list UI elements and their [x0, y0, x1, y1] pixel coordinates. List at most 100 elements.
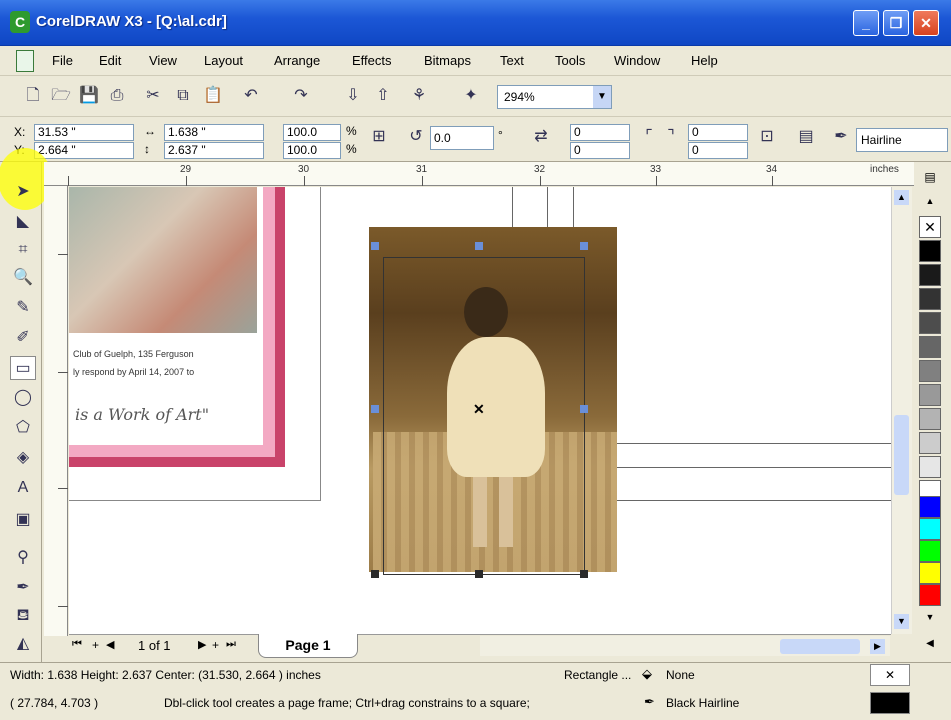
rectangle-tool-icon[interactable]: ▭ [10, 356, 36, 380]
menu-window[interactable]: Window [614, 53, 660, 68]
menu-bitmaps[interactable]: Bitmaps [424, 53, 471, 68]
palette-swatch[interactable] [919, 540, 941, 562]
menu-edit[interactable]: Edit [99, 53, 121, 68]
first-page-icon[interactable]: ⏮ [72, 638, 82, 651]
height-field[interactable]: 2.637 " [164, 142, 264, 159]
palette-down-icon[interactable]: ▼ [919, 612, 941, 626]
resize-handle[interactable] [580, 405, 588, 413]
crop-tool-icon[interactable]: ⌗ [10, 238, 36, 262]
scroll-up-icon[interactable]: ▲ [894, 190, 909, 205]
smart-fill-tool-icon[interactable]: ✐ [10, 326, 36, 350]
outline-swatch-black[interactable] [870, 692, 910, 714]
last-page-icon[interactable]: ⏭ [226, 638, 236, 651]
basic-shapes-tool-icon[interactable]: ◈ [10, 446, 36, 470]
guide-line[interactable] [615, 443, 891, 444]
menu-effects[interactable]: Effects [352, 53, 392, 68]
scale-x-field[interactable]: 100.0 [283, 124, 341, 141]
menu-layout[interactable]: Layout [204, 53, 243, 68]
menu-text[interactable]: Text [500, 53, 524, 68]
palette-swatch[interactable] [919, 456, 941, 478]
corner-radius-field-4[interactable]: 0 [688, 142, 748, 159]
zoom-tool-icon[interactable]: 🔍 [10, 266, 36, 290]
scroll-down-icon[interactable]: ▼ [894, 614, 909, 629]
redo-icon[interactable]: ↷ [290, 85, 312, 107]
horizontal-ruler[interactable]: 29 30 31 32 33 34 inches [44, 162, 914, 186]
add-page-before-icon[interactable]: + [92, 638, 99, 652]
next-page-icon[interactable]: ▶ [198, 638, 206, 651]
no-color-swatch[interactable]: ✕ [919, 216, 941, 238]
scale-y-field[interactable]: 100.0 [283, 142, 341, 159]
undo-icon[interactable]: ↶ [240, 85, 262, 107]
x-position-field[interactable]: 31.53 " [34, 124, 134, 141]
rotation-angle-field[interactable]: 0.0 [430, 126, 494, 150]
text-tool-icon[interactable]: A [10, 476, 36, 500]
prev-page-icon[interactable]: ◀ [106, 638, 114, 651]
palette-swatch[interactable] [919, 264, 941, 286]
lock-ratio-icon[interactable]: ⊞ [368, 126, 390, 148]
minimize-button[interactable]: _ [853, 10, 879, 36]
fill-tool-icon[interactable]: ⛾ [10, 604, 36, 628]
close-button[interactable]: ✕ [913, 10, 939, 36]
document-icon[interactable] [16, 50, 34, 72]
menu-view[interactable]: View [149, 53, 177, 68]
welcome-screen-icon[interactable]: ✦ [460, 85, 482, 107]
resize-handle[interactable] [371, 570, 379, 578]
palette-swatch[interactable] [919, 584, 941, 606]
outline-width-select[interactable]: Hairline [856, 128, 948, 152]
resize-handle[interactable] [580, 570, 588, 578]
palette-menu-icon[interactable]: ▤ [919, 170, 941, 188]
maximize-button[interactable]: ❐ [883, 10, 909, 36]
corner-radius-field-3[interactable]: 0 [688, 124, 748, 141]
print-icon[interactable]: ⎙ [106, 85, 128, 107]
guide-line[interactable] [615, 467, 891, 468]
new-icon[interactable]: 🗋 [22, 85, 44, 107]
zoom-level-select[interactable]: 294% ▼ [497, 85, 612, 109]
y-position-field[interactable]: 2.664 " [34, 142, 134, 159]
polygon-tool-icon[interactable]: ⬠ [10, 416, 36, 440]
eyedropper-tool-icon[interactable]: ⚲ [10, 546, 36, 570]
ellipse-tool-icon[interactable]: ◯ [10, 386, 36, 410]
save-icon[interactable]: 💾 [78, 85, 100, 107]
horizontal-scroll-thumb[interactable] [780, 639, 860, 654]
resize-handle[interactable] [580, 242, 588, 250]
export-icon[interactable]: ⇧ [372, 85, 394, 107]
corner-round-icon[interactable]: ⌜ [638, 126, 660, 148]
add-page-after-icon[interactable]: + [212, 638, 219, 652]
palette-swatch[interactable] [919, 336, 941, 358]
palette-swatch[interactable] [919, 408, 941, 430]
resize-handle[interactable] [371, 405, 379, 413]
outline-pen-icon[interactable]: ✒ [830, 126, 852, 148]
tab-page-1[interactable]: Page 1 [258, 634, 358, 658]
paste-icon[interactable]: 📋 [202, 85, 224, 107]
application-launcher-icon[interactable]: ⚘ [408, 85, 430, 107]
palette-swatch[interactable] [919, 562, 941, 584]
corner-radius-field-2[interactable]: 0 [570, 142, 630, 159]
palette-swatch[interactable] [919, 240, 941, 262]
vertical-scroll-thumb[interactable] [894, 415, 909, 495]
interactive-blend-tool-icon[interactable]: ▣ [10, 508, 36, 532]
scroll-right-icon[interactable]: ▶ [870, 639, 885, 654]
palette-swatch[interactable] [919, 496, 941, 518]
mirror-icon[interactable]: ⇄ [530, 126, 552, 148]
center-marker-icon[interactable]: ✕ [473, 401, 485, 418]
fill-swatch-none[interactable]: ✕ [870, 664, 910, 686]
palette-swatch[interactable] [919, 288, 941, 310]
menu-help[interactable]: Help [691, 53, 718, 68]
menu-file[interactable]: File [52, 53, 73, 68]
width-field[interactable]: 1.638 " [164, 124, 264, 141]
palette-swatch[interactable] [919, 312, 941, 334]
round-corners-together-icon[interactable]: ⊡ [756, 126, 778, 148]
chevron-down-icon[interactable]: ▼ [593, 86, 611, 108]
palette-swatch[interactable] [919, 432, 941, 454]
outline-tool-icon[interactable]: ✒ [10, 576, 36, 600]
interactive-fill-tool-icon[interactable]: ◭ [10, 632, 36, 656]
cut-icon[interactable]: ✂ [142, 85, 164, 107]
palette-swatch[interactable] [919, 384, 941, 406]
palette-swatch[interactable] [919, 518, 941, 540]
import-icon[interactable]: ⇩ [342, 85, 364, 107]
resize-handle[interactable] [475, 570, 483, 578]
menu-arrange[interactable]: Arrange [274, 53, 320, 68]
drawing-canvas[interactable]: Club of Guelph, 135 Ferguson ly respond … [69, 187, 891, 634]
open-icon[interactable]: 🗁 [50, 85, 72, 107]
pick-tool-icon[interactable]: ➤ [10, 180, 36, 204]
